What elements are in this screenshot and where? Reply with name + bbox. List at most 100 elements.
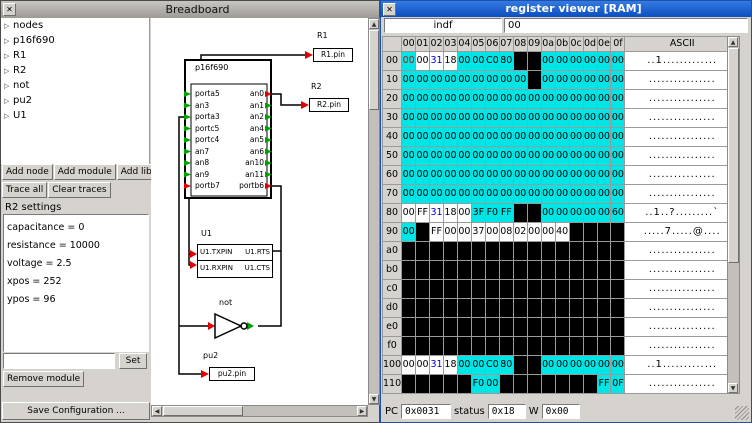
ram-cell-20-01[interactable]: 00	[416, 90, 430, 109]
ram-cell-c0-03[interactable]	[444, 280, 458, 299]
ram-cell-e0-07[interactable]	[499, 318, 513, 337]
ram-cell-50-0d[interactable]: 00	[583, 147, 597, 166]
ram-cell-b0-09[interactable]	[527, 261, 541, 280]
ram-cell-20-04[interactable]: 00	[457, 90, 471, 109]
ram-cell-a0-0e[interactable]	[597, 242, 611, 261]
ram-cell-100-0f[interactable]: 00	[611, 356, 625, 375]
ram-cell-f0-04[interactable]	[457, 337, 471, 356]
scroll-down-icon[interactable]: ▼	[369, 394, 379, 404]
ram-cell-100-01[interactable]: 00	[416, 356, 430, 375]
ram-cell-110-06[interactable]: 00	[485, 375, 499, 394]
chip-pin-an11[interactable]: an11	[234, 170, 264, 180]
ram-cell-110-0f[interactable]: 0F	[611, 375, 625, 394]
ram-cell-f0-03[interactable]	[444, 337, 458, 356]
chip-pin-an8[interactable]: an8	[195, 158, 209, 168]
ram-cell-110-03[interactable]	[444, 375, 458, 394]
ram-cell-50-02[interactable]: 00	[430, 147, 444, 166]
ram-cell-a0-08[interactable]	[513, 242, 527, 261]
ram-cell-e0-05[interactable]	[471, 318, 485, 337]
ram-cell-90-0f[interactable]	[611, 223, 625, 242]
ram-cell-40-06[interactable]: 00	[485, 128, 499, 147]
ram-cell-70-0a[interactable]: 00	[541, 185, 555, 204]
ram-cell-a0-09[interactable]	[527, 242, 541, 261]
ram-cell-00-08[interactable]	[513, 52, 527, 71]
ram-cell-70-09[interactable]: 00	[527, 185, 541, 204]
ram-cell-100-02[interactable]: 31	[430, 356, 444, 375]
ram-cell-30-0f[interactable]: 00	[611, 109, 625, 128]
ram-cell-c0-0d[interactable]	[583, 280, 597, 299]
ram-cell-00-05[interactable]: 00	[471, 52, 485, 71]
ram-cell-d0-04[interactable]	[457, 299, 471, 318]
ram-cell-d0-08[interactable]	[513, 299, 527, 318]
ram-cell-c0-0e[interactable]	[597, 280, 611, 299]
ram-cell-50-01[interactable]: 00	[416, 147, 430, 166]
ram-cell-70-04[interactable]: 00	[457, 185, 471, 204]
ram-cell-110-0e[interactable]: FF	[597, 375, 611, 394]
ram-cell-40-01[interactable]: 00	[416, 128, 430, 147]
ram-cell-20-00[interactable]: 00	[402, 90, 416, 109]
chip-pin-an2[interactable]: an2	[234, 112, 264, 122]
ram-cell-70-0c[interactable]: 00	[569, 185, 583, 204]
add-node-button[interactable]: Add node	[2, 164, 53, 180]
ram-cell-20-0f[interactable]: 00	[611, 90, 625, 109]
ram-cell-60-00[interactable]: 00	[402, 166, 416, 185]
ram-cell-c0-0a[interactable]	[541, 280, 555, 299]
ram-cell-a0-0a[interactable]	[541, 242, 555, 261]
ram-cell-b0-0b[interactable]	[555, 261, 569, 280]
ram-cell-100-0d[interactable]: 00	[583, 356, 597, 375]
ram-cell-c0-07[interactable]	[499, 280, 513, 299]
ram-cell-80-0f[interactable]: 60	[611, 204, 625, 223]
ram-cell-40-0c[interactable]: 00	[569, 128, 583, 147]
ram-cell-00-0f[interactable]: 00	[611, 52, 625, 71]
ram-cell-60-0a[interactable]: 00	[541, 166, 555, 185]
ram-cell-d0-0b[interactable]	[555, 299, 569, 318]
scroll-down-icon[interactable]: ▼	[728, 383, 738, 393]
chip-pin-an1[interactable]: an1	[234, 101, 264, 111]
chip-pin-an3[interactable]: an3	[195, 101, 209, 111]
ram-cell-00-0c[interactable]: 00	[569, 52, 583, 71]
ram-cell-100-08[interactable]	[513, 356, 527, 375]
chip-pin-an7[interactable]: an7	[195, 147, 209, 157]
ram-cell-00-07[interactable]: 80	[499, 52, 513, 71]
ram-cell-e0-0a[interactable]	[541, 318, 555, 337]
ram-cell-40-0b[interactable]: 00	[555, 128, 569, 147]
ram-cell-f0-0e[interactable]	[597, 337, 611, 356]
ram-cell-100-04[interactable]: 00	[457, 356, 471, 375]
ram-cell-100-07[interactable]: 80	[499, 356, 513, 375]
ram-cell-100-0c[interactable]: 00	[569, 356, 583, 375]
ram-cell-90-04[interactable]: 00	[457, 223, 471, 242]
tree-item-p16f690[interactable]: ▷p16f690	[1, 33, 149, 48]
ram-cell-40-0f[interactable]: 00	[611, 128, 625, 147]
ram-cell-d0-02[interactable]	[430, 299, 444, 318]
ram-cell-40-0d[interactable]: 00	[583, 128, 597, 147]
ram-cell-b0-0f[interactable]	[611, 261, 625, 280]
ram-cell-f0-06[interactable]	[485, 337, 499, 356]
ram-cell-80-06[interactable]: F0	[485, 204, 499, 223]
ram-cell-a0-0f[interactable]	[611, 242, 625, 261]
ram-cell-90-02[interactable]: FF	[430, 223, 444, 242]
ram-cell-d0-0e[interactable]	[597, 299, 611, 318]
ram-cell-60-0c[interactable]: 00	[569, 166, 583, 185]
ram-cell-60-0d[interactable]: 00	[583, 166, 597, 185]
ram-cell-e0-00[interactable]	[402, 318, 416, 337]
ram-cell-50-09[interactable]: 00	[527, 147, 541, 166]
add-module-button[interactable]: Add module	[54, 164, 116, 180]
ram-cell-e0-0c[interactable]	[569, 318, 583, 337]
ram-cell-f0-00[interactable]	[402, 337, 416, 356]
ram-cell-20-03[interactable]: 00	[444, 90, 458, 109]
expander-icon[interactable]: ▷	[4, 49, 13, 64]
ram-cell-100-05[interactable]: 00	[471, 356, 485, 375]
ram-cell-50-03[interactable]: 00	[444, 147, 458, 166]
chip-pin-porta5[interactable]: porta5	[195, 89, 220, 99]
ram-cell-80-0c[interactable]: 00	[569, 204, 583, 223]
ram-cell-c0-08[interactable]	[513, 280, 527, 299]
ram-cell-90-07[interactable]: 08	[499, 223, 513, 242]
ram-cell-70-06[interactable]: 00	[485, 185, 499, 204]
ram-cell-110-09[interactable]	[527, 375, 541, 394]
ram-cell-00-02[interactable]: 31	[430, 52, 444, 71]
ram-cell-30-0d[interactable]: 00	[583, 109, 597, 128]
ram-cell-30-07[interactable]: 00	[499, 109, 513, 128]
ram-cell-60-02[interactable]: 00	[430, 166, 444, 185]
ram-cell-e0-03[interactable]	[444, 318, 458, 337]
ram-cell-80-08[interactable]	[513, 204, 527, 223]
